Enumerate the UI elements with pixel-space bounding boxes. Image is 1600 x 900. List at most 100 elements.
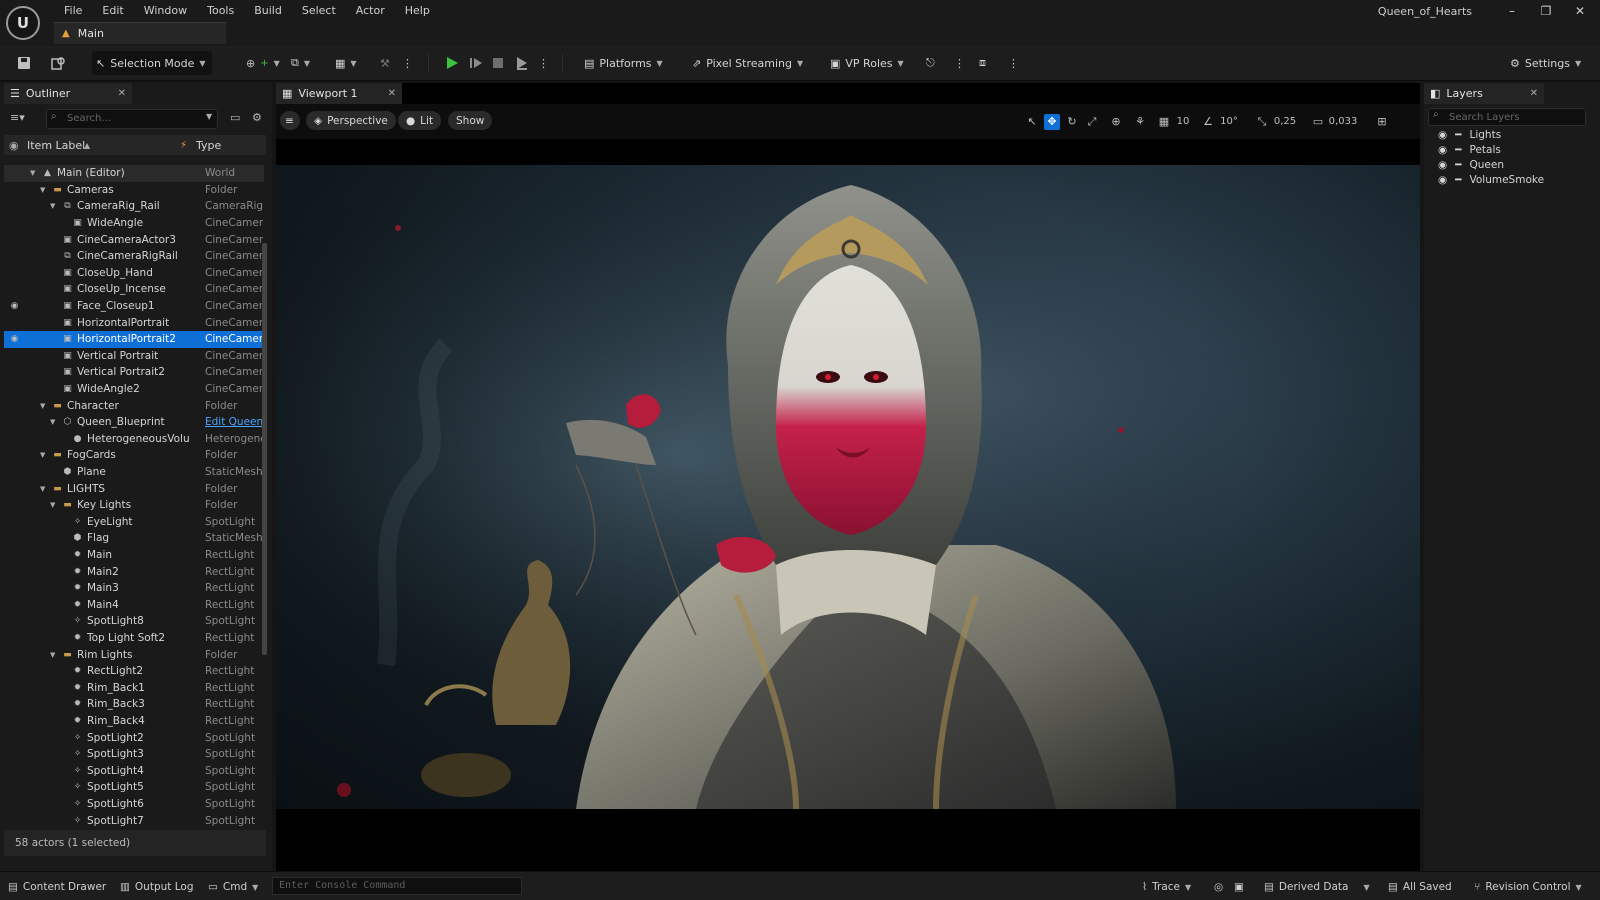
minimize-button[interactable]: –	[1498, 2, 1526, 20]
tree-row[interactable]: ✧ SpotLight5 SpotLight	[4, 779, 264, 796]
blueprints-button[interactable]: ⧉ ▼	[287, 51, 314, 75]
tree-row[interactable]: ✹ Main2 RectLight	[4, 563, 264, 580]
tree-row[interactable]: ◉ ▣ Face_Closeup1 CineCamera	[4, 298, 264, 315]
layer-row-volumesmoke[interactable]: ◉ ━ VolumeSmoke	[1438, 172, 1544, 187]
cinematics-button[interactable]: ▦ ▼	[331, 51, 361, 75]
tree-row[interactable]: ✹ Main RectLight	[4, 547, 264, 564]
tree-row[interactable]: ▼ ▬ Rim Lights Folder	[4, 646, 264, 663]
world-space-icon[interactable]: ⊕	[1108, 114, 1124, 130]
tree-row[interactable]: ▣ WideAngle CineCamera	[4, 215, 264, 232]
eye-icon[interactable]: ◉	[9, 301, 20, 311]
tree-row[interactable]: ✹ Main3 RectLight	[4, 580, 264, 597]
tree-row[interactable]: ▼ ▲ Main (Editor) World	[4, 165, 264, 182]
tab-layers[interactable]: ◧ Layers ✕	[1424, 83, 1544, 104]
tab-outliner[interactable]: ☰ Outliner ✕	[4, 83, 132, 104]
visibility-column-icon[interactable]: ◉	[9, 139, 19, 152]
console-input[interactable]: Enter Console Command	[272, 877, 522, 895]
expand-arrow-icon[interactable]: ▼	[40, 402, 45, 410]
modeling-button[interactable]: ⚒	[376, 51, 394, 75]
tree-row[interactable]: ✧ EyeLight SpotLight	[4, 514, 264, 531]
menu-help[interactable]: Help	[395, 3, 440, 19]
more-options-icon[interactable]: ⋮	[950, 51, 969, 75]
tab-viewport[interactable]: ▦ Viewport 1 ✕	[276, 83, 402, 104]
screenshot-icon[interactable]: ▣	[1234, 878, 1244, 896]
tree-row[interactable]: ▣ CloseUp_Hand CineCamera	[4, 265, 264, 282]
menu-tools[interactable]: Tools	[197, 3, 244, 19]
grid-snap-icon[interactable]: ▦	[1156, 114, 1172, 130]
scale-snap-value[interactable]: 0,25	[1272, 114, 1298, 130]
frame-skip-button[interactable]	[464, 51, 488, 75]
expand-arrow-icon[interactable]: ▼	[50, 202, 55, 210]
tree-row[interactable]: ⧉ CineCameraRigRail CineCamera	[4, 248, 264, 265]
eye-icon[interactable]: ◉	[1438, 159, 1447, 171]
viewport-menu-button[interactable]: ≡	[280, 111, 300, 130]
level-tab[interactable]: ▲ Main	[54, 22, 226, 44]
tree-row[interactable]: ▼ ▬ Key Lights Folder	[4, 497, 264, 514]
tree-row[interactable]: ✹ Rim_Back3 RectLight	[4, 696, 264, 713]
column-item-label[interactable]: Item Label	[27, 139, 85, 152]
expand-arrow-icon[interactable]: ▼	[50, 651, 55, 659]
eject-button[interactable]	[510, 51, 534, 75]
rotation-snap-value[interactable]: 10°	[1218, 114, 1240, 130]
menu-file[interactable]: File	[54, 3, 92, 19]
tree-row[interactable]: ▼ ⧉ CameraRig_Rail CameraRig_	[4, 198, 264, 215]
platforms-dropdown[interactable]: ▤ Platforms ▼	[580, 51, 667, 75]
menu-select[interactable]: Select	[292, 3, 346, 19]
outliner-scrollbar[interactable]	[262, 243, 267, 655]
outliner-search-input[interactable]: Search...	[46, 109, 218, 129]
play-options-icon[interactable]: ⋮	[534, 51, 553, 75]
layer-row-lights[interactable]: ◉ ━ Lights	[1438, 127, 1501, 142]
chevron-down-icon[interactable]: ▼	[206, 112, 212, 121]
add-actor-button[interactable]: ⊕ + ▼	[242, 51, 284, 75]
more-options-icon[interactable]: ⋮	[1004, 51, 1023, 75]
lit-button[interactable]: ● Lit	[398, 111, 442, 130]
expand-arrow-icon[interactable]: ▼	[40, 451, 45, 459]
scale-snap-icon[interactable]: ⤡	[1254, 114, 1270, 130]
scale-tool-icon[interactable]: ⤢	[1084, 114, 1100, 130]
record-icon[interactable]: ◎	[1214, 878, 1223, 896]
eye-icon[interactable]: ◉	[1438, 129, 1447, 141]
tree-row[interactable]: ▼ ▬ FogCards Folder	[4, 447, 264, 464]
tree-row[interactable]: ▣ HorizontalPortrait CineCamera	[4, 314, 264, 331]
trace-dropdown[interactable]: ⌇ Trace ▼	[1142, 878, 1191, 896]
tree-row[interactable]: ✹ Rim_Back4 RectLight	[4, 713, 264, 730]
tree-row[interactable]: ▼ ▬ LIGHTS Folder	[4, 480, 264, 497]
menu-build[interactable]: Build	[244, 3, 292, 19]
selection-mode-dropdown[interactable]: ↖ Selection Mode ▼	[92, 51, 212, 75]
expand-arrow-icon[interactable]: ▼	[50, 418, 55, 426]
tree-row[interactable]: ✧ SpotLight2 SpotLight	[4, 729, 264, 746]
layer-row-queen[interactable]: ◉ ━ Queen	[1438, 157, 1504, 172]
play-button[interactable]	[440, 51, 464, 75]
save-icon[interactable]	[12, 51, 36, 75]
viewport-layout-icon[interactable]: ⊞	[1374, 114, 1390, 130]
unreal-logo-icon[interactable]: U	[6, 6, 40, 40]
perspective-button[interactable]: ◈ Perspective	[306, 111, 396, 130]
camera-speed-icon[interactable]: ▭	[1310, 114, 1326, 130]
tree-row[interactable]: ◉ ▣ HorizontalPortrait2 CineCamera	[4, 331, 264, 348]
surface-snap-icon[interactable]: ⚘	[1132, 114, 1148, 130]
sequencer-icon[interactable]: ⎋	[922, 51, 939, 75]
close-window-button[interactable]: ✕	[1566, 2, 1594, 20]
gear-icon[interactable]: ⚙	[252, 111, 262, 124]
tree-row[interactable]: ▣ Vertical Portrait CineCamera	[4, 348, 264, 365]
tree-row[interactable]: ✹ Main4 RectLight	[4, 597, 264, 614]
tree-row[interactable]: ▣ Vertical Portrait2 CineCamera	[4, 364, 264, 381]
eye-icon[interactable]: ◉	[1438, 174, 1447, 186]
grid-snap-value[interactable]: 10	[1174, 114, 1192, 130]
eye-icon[interactable]: ◉	[9, 334, 20, 344]
expand-arrow-icon[interactable]: ▼	[50, 501, 55, 509]
column-type[interactable]: Type	[196, 139, 221, 152]
debug-icon[interactable]: ⧈	[975, 51, 990, 75]
output-log-button[interactable]: ▥ Output Log	[120, 878, 194, 896]
tree-row[interactable]: ▼ ⬡ Queen_Blueprint Edit Queen_	[4, 414, 264, 431]
content-drawer-button[interactable]: ▤ Content Drawer	[8, 878, 106, 896]
camera-speed-value[interactable]: 0,033	[1326, 114, 1360, 130]
expand-arrow-icon[interactable]: ▼	[40, 485, 45, 493]
tree-row[interactable]: ▣ WideAngle2 CineCamera	[4, 381, 264, 398]
close-icon[interactable]: ✕	[1530, 88, 1538, 99]
menu-window[interactable]: Window	[134, 3, 197, 19]
tree-row[interactable]: ▣ CineCameraActor3 CineCamera	[4, 231, 264, 248]
browse-icon[interactable]	[46, 51, 70, 75]
revision-control-dropdown[interactable]: ⑂ Revision Control ▼	[1474, 878, 1582, 896]
more-options-icon[interactable]: ⋮	[398, 51, 417, 75]
